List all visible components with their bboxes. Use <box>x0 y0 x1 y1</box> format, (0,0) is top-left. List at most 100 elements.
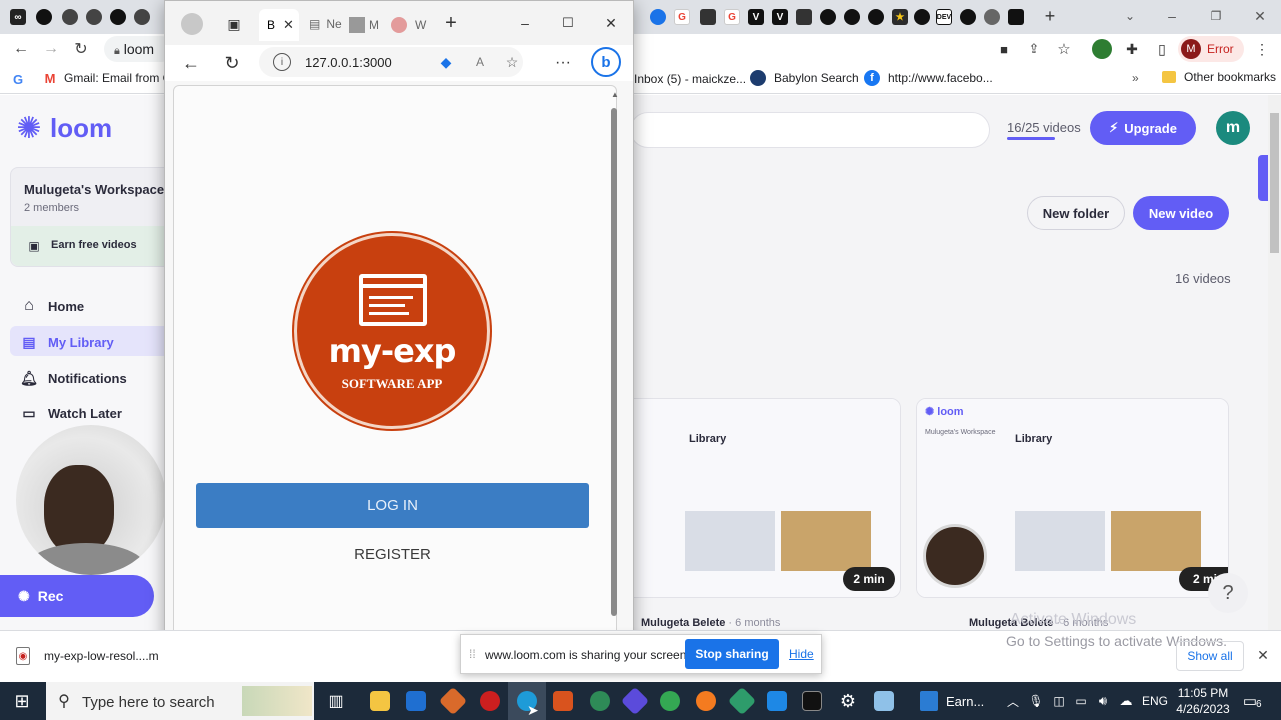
edge-scrollbar[interactable]: ▲ <box>611 90 619 668</box>
favorite-icon[interactable]: ☆ <box>503 53 521 71</box>
vscode-icon[interactable] <box>767 691 787 711</box>
more-bookmarks-icon[interactable]: » <box>1132 71 1139 85</box>
settings-icon[interactable]: ⚙ <box>838 691 858 711</box>
show-all-button[interactable]: Show all <box>1176 641 1244 671</box>
tab-actions-icon[interactable]: ▣ <box>225 15 243 33</box>
github-tab-icon[interactable] <box>36 9 52 25</box>
github-tab-icon[interactable] <box>960 9 976 25</box>
share-icon[interactable]: ⇪ <box>1024 39 1044 59</box>
new-tab-icon[interactable]: + <box>441 12 461 34</box>
app-icon[interactable] <box>620 686 650 716</box>
info-icon[interactable]: i <box>273 53 291 71</box>
minimize-icon[interactable]: – <box>515 13 535 33</box>
read-aloud-icon[interactable]: A <box>471 53 489 71</box>
task-view-icon[interactable]: ▥ <box>326 691 346 711</box>
store-icon[interactable] <box>406 691 426 711</box>
loom-search-input[interactable] <box>630 112 990 148</box>
tab-favicon-icon[interactable] <box>984 9 1000 25</box>
clock[interactable]: 11:05 PM 4/26/2023 <box>1172 685 1234 717</box>
side-panel-icon[interactable]: ▯ <box>1152 39 1172 59</box>
extension-icon[interactable] <box>1092 39 1112 59</box>
tab-favicon-icon[interactable] <box>650 9 666 25</box>
drag-handle-icon[interactable]: ⁞⁞ <box>469 647 476 661</box>
github-tab-icon[interactable] <box>868 9 884 25</box>
google-tab-icon[interactable]: G <box>674 9 690 25</box>
upgrade-button[interactable]: ⚡︎ Upgrade <box>1090 111 1196 145</box>
download-item[interactable]: ◉ my-exp-low-resol....m <box>16 647 159 665</box>
earn-banner[interactable]: ▣ Earn free videos <box>11 226 181 266</box>
camera-icon[interactable]: ■ <box>994 39 1014 59</box>
dev-tab-icon[interactable]: DEV <box>936 9 952 25</box>
github-tab-icon[interactable] <box>110 9 126 25</box>
file-explorer-icon[interactable] <box>370 691 390 711</box>
tab-favicon-icon[interactable]: V <box>772 9 788 25</box>
cloud-icon[interactable]: ☁ <box>1116 692 1136 710</box>
video-quota[interactable]: 16/25 videos <box>1007 120 1081 135</box>
scrollbar-thumb[interactable] <box>1270 113 1279 253</box>
tab-favicon-icon[interactable] <box>796 9 812 25</box>
notification-center[interactable]: ▭ 6 <box>1240 691 1268 713</box>
close-icon[interactable]: ✕ <box>1250 6 1270 26</box>
app-icon[interactable] <box>696 691 716 711</box>
github-tab-icon[interactable] <box>914 9 930 25</box>
notepad-icon[interactable] <box>874 691 894 711</box>
edge-address-bar[interactable]: i 127.0.0.1:3000 ◆ A ☆ <box>259 47 523 77</box>
terminal-icon[interactable] <box>802 691 822 711</box>
nav-home[interactable]: ⌂ Home <box>20 297 84 315</box>
edge-tab[interactable]: M <box>349 17 379 33</box>
user-avatar[interactable]: m <box>1216 111 1250 145</box>
new-folder-button[interactable]: New folder <box>1027 196 1125 230</box>
video-card[interactable]: Library 2 min <box>588 398 901 598</box>
nav-watch-later[interactable]: ▭ Watch Later <box>20 404 122 422</box>
help-button[interactable]: ? <box>1208 573 1248 613</box>
tab-favicon-icon[interactable] <box>62 9 78 25</box>
tab-favicon-icon[interactable] <box>86 9 102 25</box>
opera-icon[interactable] <box>480 691 500 711</box>
record-button[interactable]: ✺ Rec <box>0 575 154 617</box>
profile-error-button[interactable]: M Error <box>1178 36 1244 62</box>
bookmark-babylon[interactable]: Babylon Search <box>750 70 859 86</box>
page-scrollbar[interactable] <box>1268 95 1281 630</box>
stop-sharing-button[interactable]: Stop sharing <box>685 639 779 669</box>
bookmark-gmail[interactable]: M Gmail: Email from G <box>42 71 172 86</box>
tab-search-icon[interactable]: ⌄ <box>1120 6 1140 26</box>
tray-icon[interactable]: ◫ <box>1050 692 1068 710</box>
microphone-icon[interactable]: 🎙︎ <box>1028 692 1044 710</box>
maximize-icon[interactable]: ☐ <box>558 13 578 33</box>
edge-active-tab[interactable]: B ✕ <box>259 9 299 41</box>
chrome-icon[interactable] <box>660 691 680 711</box>
language-indicator[interactable]: ENG <box>1142 694 1168 708</box>
windows-start-icon[interactable]: ⊞ <box>12 691 32 711</box>
bookmark-star-icon[interactable]: ☆ <box>1054 39 1074 59</box>
minimize-icon[interactable]: – <box>1162 6 1182 26</box>
back-icon[interactable]: ← <box>179 51 203 75</box>
reload-icon[interactable]: ↻ <box>70 38 92 60</box>
restore-icon[interactable]: ❐ <box>1206 6 1226 26</box>
edge-tab[interactable]: W <box>391 17 426 33</box>
loom-side-handle[interactable] <box>1258 155 1268 201</box>
edge-profile-icon[interactable] <box>181 13 203 35</box>
forward-icon[interactable]: → <box>40 38 62 60</box>
new-tab-icon[interactable]: + <box>1040 6 1060 26</box>
github-tab-icon[interactable] <box>820 9 836 25</box>
github-tab-icon[interactable] <box>844 9 860 25</box>
app-icon[interactable] <box>727 686 757 716</box>
reload-icon[interactable]: ↻ <box>220 51 244 75</box>
loom-logo[interactable]: ✺ loom <box>14 112 112 145</box>
scrollbar-thumb[interactable] <box>611 108 617 616</box>
bookmark-inbox[interactable]: Inbox (5) - maickze... <box>634 72 746 86</box>
battery-icon[interactable]: ▭ <box>1072 692 1090 710</box>
hide-link[interactable]: Hide <box>789 647 814 661</box>
taskbar-earn-app[interactable]: Earn... <box>912 682 992 720</box>
tab-favicon-icon[interactable]: ★ <box>892 9 908 25</box>
nav-my-library[interactable]: ▤ My Library <box>20 333 113 351</box>
close-icon[interactable]: ✕ <box>601 13 621 33</box>
tab-favicon-icon[interactable]: ∞ <box>10 9 26 25</box>
nav-notifications[interactable]: 🔔︎ Notifications <box>20 369 127 387</box>
google-tab-icon[interactable]: G <box>724 9 740 25</box>
bookmark-facebook[interactable]: f http://www.facebo... <box>864 70 993 86</box>
tag-icon[interactable]: ◆ <box>437 53 455 71</box>
webcam-bubble[interactable] <box>16 425 166 575</box>
edge-taskbar-active[interactable]: ➤ <box>508 682 546 720</box>
tab-favicon-icon[interactable] <box>700 9 716 25</box>
